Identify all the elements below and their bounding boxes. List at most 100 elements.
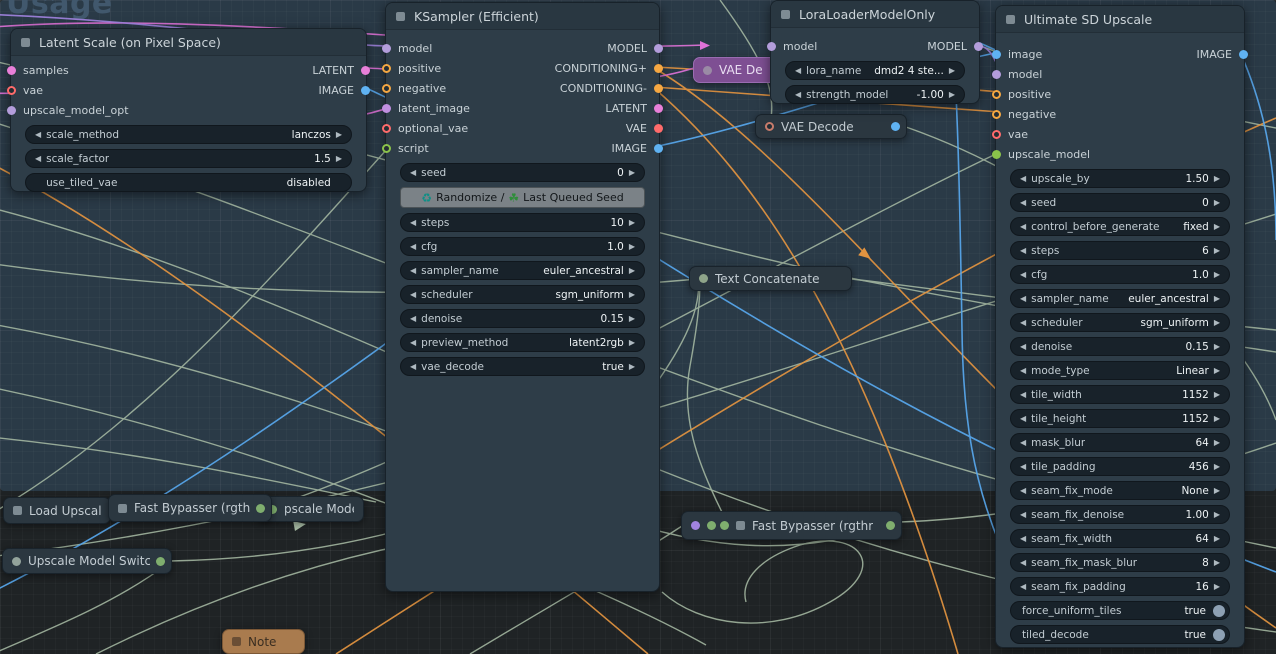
input-slot[interactable] (12, 557, 21, 566)
widget-row[interactable]: ◀ scheduler sgm_uniform ▶ (400, 285, 645, 304)
widget-row[interactable]: ◀ scheduler sgm_uniform ▶ (1010, 313, 1230, 332)
decrement-arrow[interactable]: ◀ (1017, 511, 1029, 519)
slot-dot[interactable] (707, 521, 716, 530)
decrement-arrow[interactable]: ◀ (407, 219, 419, 227)
toggle-knob[interactable] (1213, 629, 1225, 641)
collapse-icon[interactable] (118, 504, 127, 513)
decrement-arrow[interactable]: ◀ (1017, 343, 1029, 351)
increment-arrow[interactable]: ▶ (1211, 295, 1223, 303)
output-slot[interactable] (1239, 50, 1248, 59)
decrement-arrow[interactable]: ◀ (32, 155, 44, 163)
node-latent-scale[interactable]: Latent Scale (on Pixel Space) samples LA… (10, 28, 367, 192)
widget-row[interactable]: ◀ tiled_decode true ▶ (1010, 625, 1230, 644)
input-slot[interactable] (992, 70, 1001, 79)
widget-row[interactable]: ◀ lora_name dmd2 4 ste... ▶ (785, 61, 965, 80)
decrement-arrow[interactable]: ◀ (407, 291, 419, 299)
increment-arrow[interactable]: ▶ (1211, 415, 1223, 423)
widget-row[interactable]: ◀ denoise 0.15 ▶ (400, 309, 645, 328)
increment-arrow[interactable]: ▶ (333, 131, 345, 139)
decrement-arrow[interactable]: ◀ (792, 91, 804, 99)
decrement-arrow[interactable]: ◀ (1017, 559, 1029, 567)
input-slot[interactable] (7, 106, 16, 115)
decrement-arrow[interactable]: ◀ (1017, 199, 1029, 207)
output-slot[interactable] (886, 521, 895, 530)
input-slot[interactable] (7, 66, 16, 75)
output-slot[interactable] (974, 42, 983, 51)
input-slot[interactable] (765, 122, 774, 131)
widget-row[interactable]: ◀ seam_fix_mask_blur 8 ▶ (1010, 553, 1230, 572)
decrement-arrow[interactable]: ◀ (1017, 247, 1029, 255)
decrement-arrow[interactable]: ◀ (407, 267, 419, 275)
widget-row[interactable]: ◀ force_uniform_tiles true ▶ (1010, 601, 1230, 620)
decrement-arrow[interactable]: ◀ (1017, 439, 1029, 447)
increment-arrow[interactable]: ▶ (626, 169, 638, 177)
increment-arrow[interactable]: ▶ (1211, 175, 1223, 183)
increment-arrow[interactable]: ▶ (1211, 343, 1223, 351)
output-slot[interactable] (654, 44, 663, 53)
increment-arrow[interactable]: ▶ (626, 267, 638, 275)
output-slot[interactable] (654, 84, 663, 93)
widget-row[interactable]: ◀ control_before_generate fixed ▶ (1010, 217, 1230, 236)
output-slot[interactable] (361, 106, 370, 115)
input-slot[interactable] (382, 124, 391, 133)
node-load-upscale-model[interactable]: Load Upscal (3, 497, 111, 524)
output-slot[interactable] (1239, 130, 1248, 139)
node-lora-loader-model-only[interactable]: LoraLoaderModelOnly model MODEL ◀ lora_n… (770, 0, 980, 104)
widget-row[interactable]: ◀ cfg 1.0 ▶ (1010, 265, 1230, 284)
randomize-seed-button[interactable]: ♻ Randomize / ☘ Last Queued Seed (400, 187, 645, 208)
toggle-knob[interactable] (1213, 605, 1225, 617)
input-slot[interactable] (382, 104, 391, 113)
decrement-arrow[interactable]: ◀ (1017, 415, 1029, 423)
decrement-arrow[interactable]: ◀ (407, 169, 419, 177)
increment-arrow[interactable]: ▶ (626, 219, 638, 227)
increment-arrow[interactable]: ▶ (333, 155, 345, 163)
node-note[interactable]: Note (222, 629, 305, 654)
decrement-arrow[interactable]: ◀ (407, 315, 419, 323)
widget-row[interactable]: ◀ steps 10 ▶ (400, 213, 645, 232)
output-slot[interactable] (654, 104, 663, 113)
widget-row[interactable]: ◀ steps 6 ▶ (1010, 241, 1230, 260)
increment-arrow[interactable]: ▶ (1211, 583, 1223, 591)
input-slot[interactable] (767, 42, 776, 51)
node-upscale-model-fragment[interactable]: pscale Model (258, 496, 364, 522)
decrement-arrow[interactable]: ◀ (1017, 487, 1029, 495)
decrement-arrow[interactable]: ◀ (1017, 367, 1029, 375)
output-slot[interactable] (1239, 110, 1248, 119)
widget-row[interactable]: ◀ tile_padding 456 ▶ (1010, 457, 1230, 476)
decrement-arrow[interactable]: ◀ (1017, 319, 1029, 327)
increment-arrow[interactable]: ▶ (626, 291, 638, 299)
widget-row[interactable]: ◀ seed 0 ▶ (400, 163, 645, 182)
output-slot[interactable] (156, 557, 165, 566)
increment-arrow[interactable]: ▶ (1211, 199, 1223, 207)
output-slot[interactable] (1239, 90, 1248, 99)
output-slot[interactable] (256, 504, 265, 513)
node-text-concatenate[interactable]: Text Concatenate (689, 266, 852, 291)
node-vae-decode[interactable]: VAE Decode (755, 114, 907, 139)
slot-dot[interactable] (720, 521, 729, 530)
collapse-icon[interactable] (396, 12, 405, 21)
widget-row[interactable]: ◀ tile_width 1152 ▶ (1010, 385, 1230, 404)
node-ultimate-sd-upscale[interactable]: Ultimate SD Upscale image IMAGE model (995, 5, 1245, 648)
widget-row[interactable]: ◀ mode_type Linear ▶ (1010, 361, 1230, 380)
output-slot[interactable] (654, 144, 663, 153)
widget-row[interactable]: ◀ scale_factor 1.5 ▶ (25, 149, 352, 168)
increment-arrow[interactable]: ▶ (1211, 487, 1223, 495)
node-fast-bypasser-1[interactable]: Fast Bypasser (rgthr (108, 494, 272, 522)
increment-arrow[interactable]: ▶ (1211, 463, 1223, 471)
input-slot[interactable] (992, 50, 1001, 59)
decrement-arrow[interactable]: ◀ (407, 363, 419, 371)
node-graph-canvas[interactable]: Usage (0, 0, 1276, 654)
increment-arrow[interactable]: ▶ (626, 243, 638, 251)
node-header[interactable]: LoraLoaderModelOnly (771, 1, 979, 28)
input-slot[interactable] (691, 521, 700, 530)
input-slot[interactable] (382, 64, 391, 73)
widget-row[interactable]: ◀ seam_fix_denoise 1.00 ▶ (1010, 505, 1230, 524)
input-slot[interactable] (703, 66, 712, 75)
widget-row[interactable]: ◀ tile_height 1152 ▶ (1010, 409, 1230, 428)
collapse-icon[interactable] (781, 10, 790, 19)
increment-arrow[interactable]: ▶ (1211, 559, 1223, 567)
decrement-arrow[interactable]: ◀ (1017, 271, 1029, 279)
decrement-arrow[interactable]: ◀ (1017, 463, 1029, 471)
input-slot[interactable] (992, 150, 1001, 159)
collapse-icon[interactable] (232, 637, 241, 646)
